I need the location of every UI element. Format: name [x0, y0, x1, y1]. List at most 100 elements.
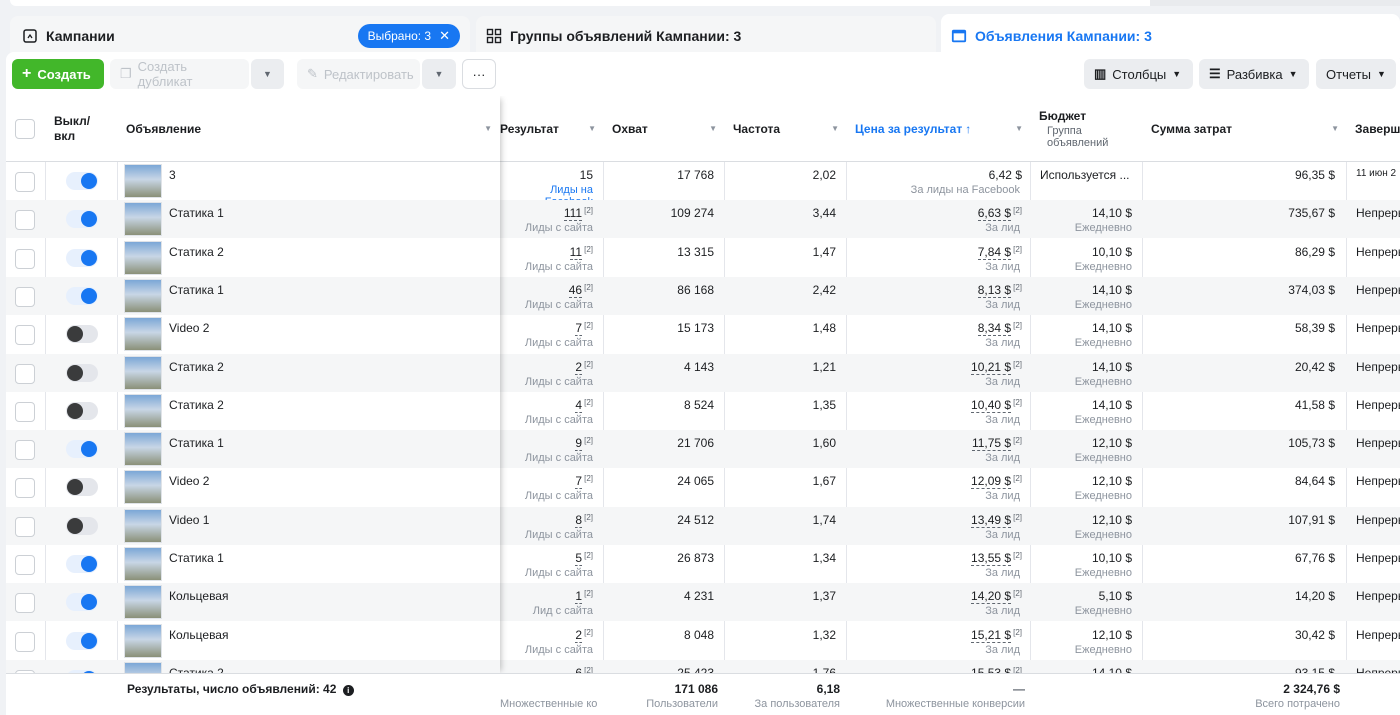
status-toggle[interactable]	[66, 516, 98, 535]
cpr-number[interactable]: 14,20 $	[971, 589, 1012, 605]
cpr-number[interactable]: 12,09 $	[971, 474, 1012, 490]
status-toggle[interactable]	[66, 555, 98, 573]
ad-name[interactable]: Статика 1	[169, 283, 224, 297]
table-row[interactable]: Статика 2 2 [2] Лиды с сайта 4 143 1,21 1…	[6, 353, 1400, 392]
header-reach[interactable]: Охват ▼	[604, 96, 725, 162]
table-row[interactable]: Статика 1 5 [2] Лиды с сайта 26 873 1,34 …	[6, 545, 1400, 583]
breakdown-button[interactable]: ☰ Разбивка ▼	[1199, 59, 1309, 89]
header-result[interactable]: Результат ▼	[500, 96, 604, 162]
edit-button[interactable]: ✎ Редактировать	[297, 59, 420, 89]
ad-name[interactable]: Video 2	[169, 321, 209, 335]
ad-name[interactable]: Статика 2	[169, 398, 224, 412]
ad-name[interactable]: Статика 1	[169, 206, 224, 220]
header-frequency[interactable]: Частота ▼	[725, 96, 847, 162]
table-row[interactable]: Кольцевая 2 [2] Лиды с сайта 8 048 1,32 1…	[6, 622, 1400, 660]
status-toggle[interactable]	[66, 478, 98, 497]
table-row[interactable]: Video 2 7 [2] Лиды с сайта 15 173 1,48 8,…	[6, 315, 1400, 353]
cpr-number[interactable]: 7,84 $	[977, 244, 1012, 260]
cpr-number[interactable]: 10,21 $	[971, 359, 1012, 375]
table-row[interactable]: Статика 2 11 [2] Лиды с сайта 13 315 1,47…	[6, 239, 1400, 277]
result-number[interactable]: 15	[580, 168, 593, 182]
close-icon[interactable]: ✕	[439, 28, 450, 44]
sort-icon[interactable]: ▼	[831, 124, 839, 133]
ad-name[interactable]: 3	[169, 168, 176, 182]
sort-icon[interactable]: ▼	[709, 124, 717, 133]
ad-name[interactable]: Video 1	[169, 513, 209, 527]
result-number[interactable]: 5	[575, 551, 583, 566]
ad-name[interactable]: Статика 2	[169, 245, 224, 259]
row-checkbox[interactable]	[15, 516, 35, 537]
create-button[interactable]: + Создать	[12, 59, 104, 89]
cpr-number[interactable]: 15,21 $	[971, 627, 1012, 643]
columns-button[interactable]: ▥ Столбцы ▼	[1084, 59, 1193, 89]
duplicate-dropdown[interactable]: ▼	[251, 59, 284, 89]
sort-icon[interactable]: ▼	[1331, 124, 1339, 133]
cpr-number[interactable]: 13,55 $	[971, 551, 1012, 566]
status-toggle[interactable]	[66, 363, 98, 382]
row-checkbox[interactable]	[15, 363, 35, 384]
row-checkbox[interactable]	[15, 286, 35, 307]
ad-name[interactable]: Кольцевая	[169, 628, 228, 642]
status-toggle[interactable]	[66, 440, 98, 459]
row-checkbox[interactable]	[15, 401, 35, 422]
status-toggle[interactable]	[66, 210, 98, 229]
info-icon[interactable]: i	[342, 685, 354, 696]
status-toggle[interactable]	[66, 631, 98, 650]
result-number[interactable]: 111	[563, 206, 583, 222]
duplicate-button[interactable]: ❐ Создать дубликат	[110, 59, 249, 89]
reports-button[interactable]: Отчеты ▼	[1316, 59, 1396, 89]
status-toggle[interactable]	[66, 286, 98, 305]
result-number[interactable]: 46	[568, 282, 583, 298]
result-number[interactable]: 4	[575, 397, 583, 413]
result-number[interactable]: 8	[575, 512, 583, 528]
edit-dropdown[interactable]: ▼	[422, 59, 456, 89]
row-checkbox[interactable]	[15, 210, 35, 231]
status-toggle[interactable]	[66, 248, 98, 267]
row-checkbox[interactable]	[15, 593, 35, 614]
result-number[interactable]: 9	[575, 436, 583, 452]
selected-pill[interactable]: Выбрано: 3 ✕	[357, 24, 460, 48]
result-number[interactable]: 2	[575, 627, 583, 643]
row-checkbox[interactable]	[15, 440, 35, 461]
tab-campaigns[interactable]: Кампании Выбрано: 3 ✕	[10, 16, 470, 56]
row-checkbox[interactable]	[15, 631, 35, 652]
row-checkbox[interactable]	[15, 325, 35, 346]
table-row[interactable]: Статика 1 111 [2] Лиды с сайта 109 274 3,…	[6, 200, 1400, 239]
cpr-number[interactable]: 10,40 $	[971, 397, 1012, 413]
table-row[interactable]: Video 1 8 [2] Лиды с сайта 24 512 1,74 13…	[6, 506, 1400, 545]
header-cpr[interactable]: Цена за результат ↑ ▼	[847, 96, 1031, 162]
table-row[interactable]: 3 15 Лиды на Facebook 17 768 2,02 6,42 $…	[6, 162, 1400, 208]
cpr-number[interactable]: 11,75 $	[971, 436, 1012, 452]
tab-adsets[interactable]: Группы объявлений Кампании: 3	[476, 16, 936, 56]
status-toggle[interactable]	[66, 325, 98, 344]
cpr-number[interactable]: 6,63 $	[977, 206, 1012, 222]
result-number[interactable]: 7	[575, 474, 583, 490]
header-ad[interactable]: Объявление ▼	[118, 96, 500, 162]
status-toggle[interactable]	[66, 401, 98, 420]
ad-name[interactable]: Статика 2	[169, 360, 224, 374]
ad-name[interactable]: Статика 1	[169, 436, 224, 450]
result-number[interactable]: 7	[575, 321, 583, 337]
header-ends[interactable]: Заверше	[1347, 96, 1400, 162]
header-spent[interactable]: Сумма затрат ▼	[1143, 96, 1347, 162]
result-number[interactable]: 2	[575, 359, 583, 375]
table-row[interactable]: Кольцевая 1 [2] Лид с сайта 4 231 1,37 14…	[6, 583, 1400, 622]
result-number[interactable]: 1	[575, 589, 583, 605]
row-checkbox[interactable]	[15, 248, 35, 269]
row-checkbox[interactable]	[15, 172, 35, 192]
header-budget[interactable]: Бюджет Группа объявлений	[1031, 96, 1143, 162]
select-all-checkbox[interactable]	[15, 119, 35, 139]
ad-name[interactable]: Video 2	[169, 474, 209, 488]
more-button[interactable]: ···	[462, 59, 496, 89]
cpr-number[interactable]: 6,42 $	[989, 168, 1022, 182]
status-toggle[interactable]	[66, 172, 98, 190]
ad-name[interactable]: Статика 1	[169, 551, 224, 565]
ad-name[interactable]: Кольцевая	[169, 589, 228, 603]
result-number[interactable]: 11	[569, 244, 583, 260]
sort-icon[interactable]: ▼	[484, 124, 492, 133]
row-checkbox[interactable]	[15, 555, 35, 575]
sort-icon[interactable]: ▼	[1015, 124, 1023, 133]
sort-icon[interactable]: ▼	[588, 124, 596, 133]
table-row[interactable]: Статика 1 9 [2] Лиды с сайта 21 706 1,60 …	[6, 430, 1400, 469]
status-toggle[interactable]	[66, 593, 98, 612]
